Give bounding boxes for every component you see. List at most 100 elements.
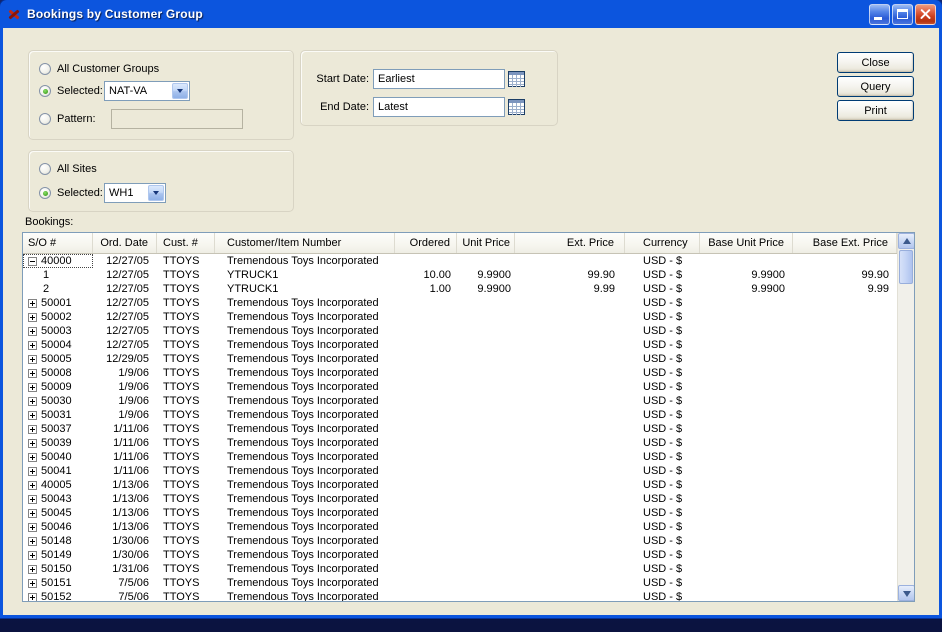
table-row[interactable]: 500301/9/06TTOYSTremendous Toys Incorpor… (23, 394, 897, 408)
expand-icon[interactable] (28, 355, 37, 364)
title-bar[interactable]: Bookings by Customer Group (0, 0, 942, 28)
table-row[interactable]: 4000012/27/05TTOYSTremendous Toys Incorp… (23, 254, 897, 268)
table-row[interactable]: 500091/9/06TTOYSTremendous Toys Incorpor… (23, 380, 897, 394)
column-header-ext-price[interactable]: Ext. Price (515, 233, 625, 253)
pattern-radio[interactable] (39, 113, 51, 125)
close-button[interactable]: Close (837, 52, 914, 73)
end-date-input[interactable] (373, 97, 505, 117)
selected-group-label[interactable]: Selected: (57, 85, 103, 97)
scroll-up-icon[interactable] (898, 233, 915, 249)
end-date-calendar-button[interactable] (508, 99, 525, 115)
expand-icon[interactable] (28, 369, 37, 378)
selected-site-label[interactable]: Selected: (57, 187, 103, 199)
expand-icon[interactable] (28, 551, 37, 560)
expand-icon[interactable] (28, 299, 37, 308)
close-window-button[interactable] (915, 4, 936, 25)
expand-icon[interactable] (28, 327, 37, 336)
all-sites-radio[interactable] (39, 163, 51, 175)
column-header-ordered[interactable]: Ordered (395, 233, 457, 253)
vertical-scrollbar[interactable] (897, 233, 914, 601)
all-customer-groups-option[interactable]: All Customer Groups (39, 59, 287, 79)
column-header-currency[interactable]: Currency (625, 233, 700, 253)
expand-icon[interactable] (28, 313, 37, 322)
combo-dropdown-arrow-icon[interactable] (172, 83, 188, 99)
ord-date-cell: 1/9/06 (93, 408, 157, 422)
table-row[interactable]: 501501/31/06TTOYSTremendous Toys Incorpo… (23, 562, 897, 576)
expand-icon[interactable] (28, 341, 37, 350)
all-customer-groups-radio[interactable] (39, 63, 51, 75)
column-header-unit-price[interactable]: Unit Price (457, 233, 515, 253)
start-date-calendar-button[interactable] (508, 71, 525, 87)
expand-icon[interactable] (28, 537, 37, 546)
expand-icon[interactable] (28, 397, 37, 406)
so-number-cell: 50151 (23, 576, 93, 590)
table-row[interactable]: 5000212/27/05TTOYSTremendous Toys Incorp… (23, 310, 897, 324)
expand-icon[interactable] (28, 383, 37, 392)
expand-icon[interactable] (28, 481, 37, 490)
table-row[interactable]: 500451/13/06TTOYSTremendous Toys Incorpo… (23, 506, 897, 520)
expand-icon[interactable] (28, 411, 37, 420)
table-row[interactable]: 112/27/05TTOYSYTRUCK110.009.990099.90USD… (23, 268, 897, 282)
pattern-input[interactable] (111, 109, 243, 129)
minimize-button[interactable] (869, 4, 890, 25)
expand-icon[interactable] (28, 523, 37, 532)
expand-icon[interactable] (28, 565, 37, 574)
table-row[interactable]: 400051/13/06TTOYSTremendous Toys Incorpo… (23, 478, 897, 492)
table-row[interactable]: 5000512/29/05TTOYSTremendous Toys Incorp… (23, 352, 897, 366)
ordered-cell: 10.00 (395, 268, 457, 282)
table-row[interactable]: 501491/30/06TTOYSTremendous Toys Incorpo… (23, 548, 897, 562)
column-header-ord-date[interactable]: Ord. Date (93, 233, 157, 253)
table-row[interactable]: 5000412/27/05TTOYSTremendous Toys Incorp… (23, 338, 897, 352)
expand-icon[interactable] (28, 425, 37, 434)
expand-icon[interactable] (28, 495, 37, 504)
expand-icon[interactable] (28, 453, 37, 462)
maximize-button[interactable] (892, 4, 913, 25)
table-row[interactable]: 501481/30/06TTOYSTremendous Toys Incorpo… (23, 534, 897, 548)
print-button[interactable]: Print (837, 100, 914, 121)
selected-group-radio[interactable] (39, 85, 51, 97)
so-number-cell: 50043 (23, 492, 93, 506)
pattern-label[interactable]: Pattern: (57, 113, 96, 125)
scrollbar-thumb[interactable] (899, 250, 913, 284)
table-row[interactable]: 501527/5/06TTOYSTremendous Toys Incorpor… (23, 590, 897, 602)
scroll-down-icon[interactable] (898, 585, 915, 601)
customer-group-combobox[interactable]: NAT-VA (104, 81, 190, 101)
table-row[interactable]: 500311/9/06TTOYSTremendous Toys Incorpor… (23, 408, 897, 422)
expand-icon[interactable] (28, 579, 37, 588)
column-header-cust-number[interactable]: Cust. # (157, 233, 215, 253)
table-row[interactable]: 500371/11/06TTOYSTremendous Toys Incorpo… (23, 422, 897, 436)
table-row[interactable]: 500391/11/06TTOYSTremendous Toys Incorpo… (23, 436, 897, 450)
calendar-icon (508, 99, 525, 115)
table-row[interactable]: 500081/9/06TTOYSTremendous Toys Incorpor… (23, 366, 897, 380)
table-row[interactable]: 500411/11/06TTOYSTremendous Toys Incorpo… (23, 464, 897, 478)
expand-icon[interactable] (28, 509, 37, 518)
table-row[interactable]: 5000112/27/05TTOYSTremendous Toys Incorp… (23, 296, 897, 310)
table-row[interactable]: 501517/5/06TTOYSTremendous Toys Incorpor… (23, 576, 897, 590)
table-row[interactable]: 500461/13/06TTOYSTremendous Toys Incorpo… (23, 520, 897, 534)
site-combobox[interactable]: WH1 (104, 183, 166, 203)
all-customer-groups-label[interactable]: All Customer Groups (57, 63, 159, 75)
all-sites-option[interactable]: All Sites (39, 159, 287, 179)
combo-dropdown-arrow-icon[interactable] (148, 185, 164, 201)
table-row[interactable]: 500401/11/06TTOYSTremendous Toys Incorpo… (23, 450, 897, 464)
expand-icon[interactable] (28, 439, 37, 448)
collapse-icon[interactable] (28, 257, 37, 266)
column-header-so-number[interactable]: S/O # (23, 233, 93, 253)
customer-item-cell: Tremendous Toys Incorporated (215, 394, 395, 408)
column-header-base-ext-price[interactable]: Base Ext. Price (793, 233, 897, 253)
column-header-customer-item[interactable]: Customer/Item Number (215, 233, 395, 253)
expand-icon[interactable] (28, 593, 37, 602)
table-row[interactable]: 212/27/05TTOYSYTRUCK11.009.99009.99USD -… (23, 282, 897, 296)
query-button[interactable]: Query (837, 76, 914, 97)
selected-site-radio[interactable] (39, 187, 51, 199)
all-sites-label[interactable]: All Sites (57, 163, 97, 175)
base-ext-price-cell (793, 394, 897, 408)
base-ext-price-cell (793, 366, 897, 380)
column-header-base-unit-price[interactable]: Base Unit Price (700, 233, 793, 253)
table-row[interactable]: 5000312/27/05TTOYSTremendous Toys Incorp… (23, 324, 897, 338)
expand-icon[interactable] (28, 467, 37, 476)
table-row[interactable]: 500431/13/06TTOYSTremendous Toys Incorpo… (23, 492, 897, 506)
start-date-input[interactable] (373, 69, 505, 89)
currency-cell: USD - $ (625, 520, 700, 534)
unit-price-cell (457, 576, 515, 590)
